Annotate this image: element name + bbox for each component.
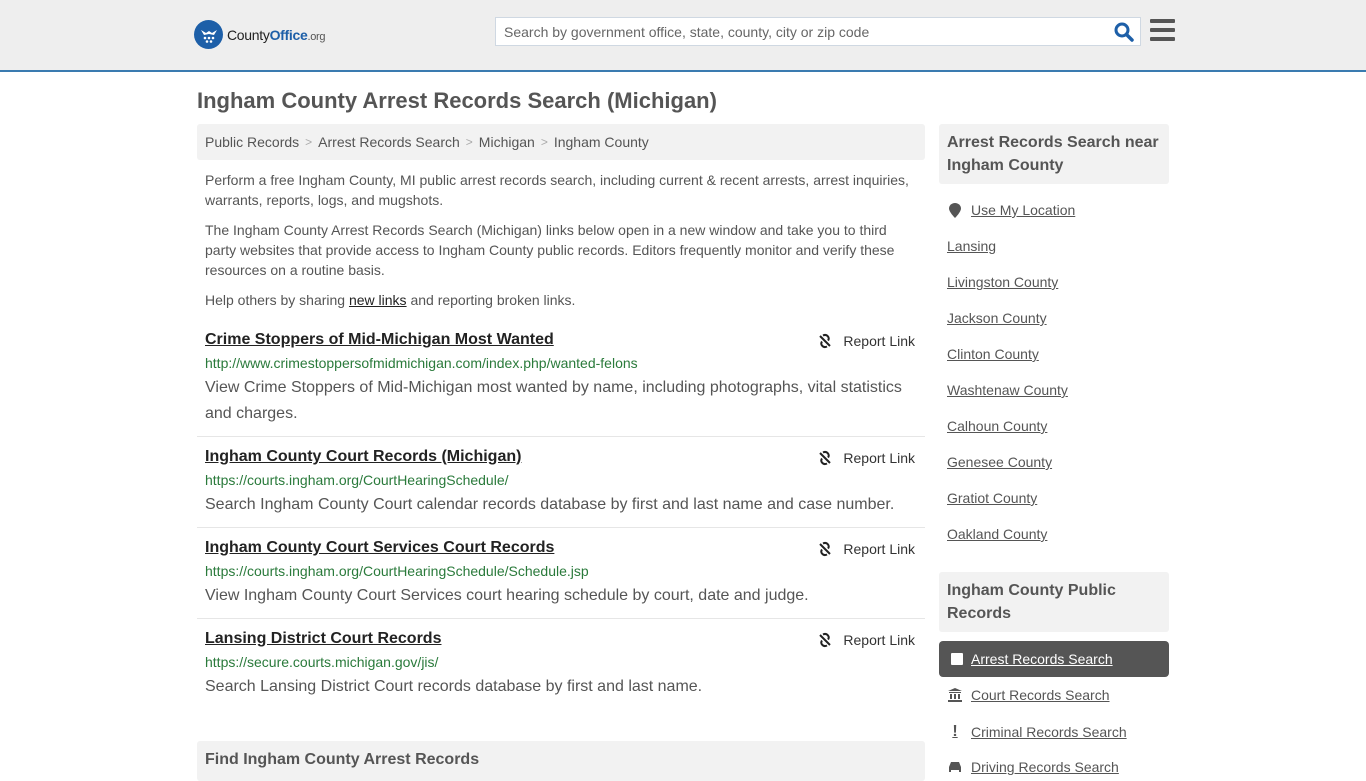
find-records-heading: Find Ingham County Arrest Records xyxy=(205,751,480,768)
result-item: Lansing District Court Records Report Li… xyxy=(197,630,925,710)
breadcrumb-separator: > xyxy=(305,135,313,149)
eagle-logo-icon xyxy=(194,20,223,49)
site-logo[interactable]: CountyOffice.org xyxy=(194,20,326,49)
breadcrumb-michigan[interactable]: Michigan xyxy=(479,134,535,150)
site-header: CountyOffice.org xyxy=(0,0,1366,72)
courthouse-icon xyxy=(947,688,963,702)
sidebar-item-court-records-search[interactable]: Court Records Search xyxy=(947,687,1110,703)
nearby-link-washtenaw-county[interactable]: Washtenaw County xyxy=(947,382,1068,398)
breadcrumb: Public Records > Arrest Records Search >… xyxy=(197,124,925,160)
nearby-link-jackson-county[interactable]: Jackson County xyxy=(947,310,1047,326)
square-icon xyxy=(951,653,963,665)
intro-paragraph-3: Help others by sharing new links and rep… xyxy=(205,292,576,308)
result-url: https://courts.ingham.org/CourtHearingSc… xyxy=(205,472,509,488)
result-url: http://www.crimestoppersofmidmichigan.co… xyxy=(205,355,638,371)
result-description: Search Lansing District Court records da… xyxy=(205,678,703,695)
result-title-link[interactable]: Crime Stoppers of Mid-Michigan Most Want… xyxy=(205,331,554,349)
logo-text: CountyOffice.org xyxy=(227,26,326,43)
map-marker-icon xyxy=(947,202,963,218)
report-link-button[interactable]: Report Link xyxy=(817,333,915,349)
report-link-button[interactable]: Report Link xyxy=(817,632,915,648)
report-link-button[interactable]: Report Link xyxy=(817,541,915,557)
intro-paragraph-1: Perform a free Ingham County, MI public … xyxy=(205,172,909,208)
result-title-link[interactable]: Lansing District Court Records xyxy=(205,630,441,648)
nearby-link-livingston-county[interactable]: Livingston County xyxy=(947,274,1058,290)
sidebar-item-arrest-records-search[interactable]: Arrest Records Search xyxy=(939,641,1169,677)
broken-link-icon xyxy=(819,333,832,349)
nearby-link-clinton-county[interactable]: Clinton County xyxy=(947,346,1039,362)
new-links-link[interactable]: new links xyxy=(349,292,407,308)
result-url: https://courts.ingham.org/CourtHearingSc… xyxy=(205,563,589,579)
breadcrumb-arrest-records-search[interactable]: Arrest Records Search xyxy=(318,134,460,150)
intro-text: Perform a free Ingham County, MI public … xyxy=(205,170,920,320)
nearby-link-gratiot-county[interactable]: Gratiot County xyxy=(947,490,1037,506)
result-item: Crime Stoppers of Mid-Michigan Most Want… xyxy=(197,331,925,437)
breadcrumb-separator: > xyxy=(540,135,548,149)
result-title-link[interactable]: Ingham County Court Records (Michigan) xyxy=(205,448,521,466)
broken-link-icon xyxy=(819,632,832,648)
exclamation-icon: ! xyxy=(952,723,958,740)
intro-paragraph-2: The Ingham County Arrest Records Search … xyxy=(205,222,895,278)
search-box xyxy=(495,17,1141,46)
breadcrumb-separator: > xyxy=(465,135,473,149)
use-my-location-link[interactable]: Use My Location xyxy=(947,202,1075,218)
result-item: Ingham County Court Records (Michigan) R… xyxy=(197,448,925,528)
result-title-link[interactable]: Ingham County Court Services Court Recor… xyxy=(205,539,554,557)
nearby-link-calhoun-county[interactable]: Calhoun County xyxy=(947,418,1047,434)
nearby-heading: Arrest Records Search near Ingham County xyxy=(939,124,1169,184)
nearby-link-oakland-county[interactable]: Oakland County xyxy=(947,526,1047,542)
car-icon xyxy=(947,760,963,774)
result-description: View Ingham County Court Services court … xyxy=(205,587,809,604)
broken-link-icon xyxy=(819,541,832,557)
result-item: Ingham County Court Services Court Recor… xyxy=(197,539,925,619)
result-description: View Crime Stoppers of Mid-Michigan most… xyxy=(205,379,902,422)
breadcrumb-public-records[interactable]: Public Records xyxy=(205,134,299,150)
nearby-link-genesee-county[interactable]: Genesee County xyxy=(947,454,1052,470)
hamburger-menu-icon[interactable] xyxy=(1150,19,1175,41)
breadcrumb-ingham-county[interactable]: Ingham County xyxy=(554,134,649,150)
nearby-link-lansing[interactable]: Lansing xyxy=(947,238,996,254)
result-description: Search Ingham County Court calendar reco… xyxy=(205,496,895,513)
public-records-heading: Ingham County Public Records xyxy=(939,572,1169,632)
report-link-button[interactable]: Report Link xyxy=(817,450,915,466)
sidebar-item-criminal-records-search[interactable]: ! Criminal Records Search xyxy=(947,723,1126,741)
search-icon[interactable] xyxy=(1114,22,1134,42)
find-records-section: Find Ingham County Arrest Records xyxy=(197,741,925,781)
page-title: Ingham County Arrest Records Search (Mic… xyxy=(197,88,717,113)
result-url: https://secure.courts.michigan.gov/jis/ xyxy=(205,654,439,670)
sidebar-item-driving-records-search[interactable]: Driving Records Search xyxy=(947,759,1119,775)
search-input[interactable] xyxy=(496,18,1096,45)
broken-link-icon xyxy=(819,450,832,466)
